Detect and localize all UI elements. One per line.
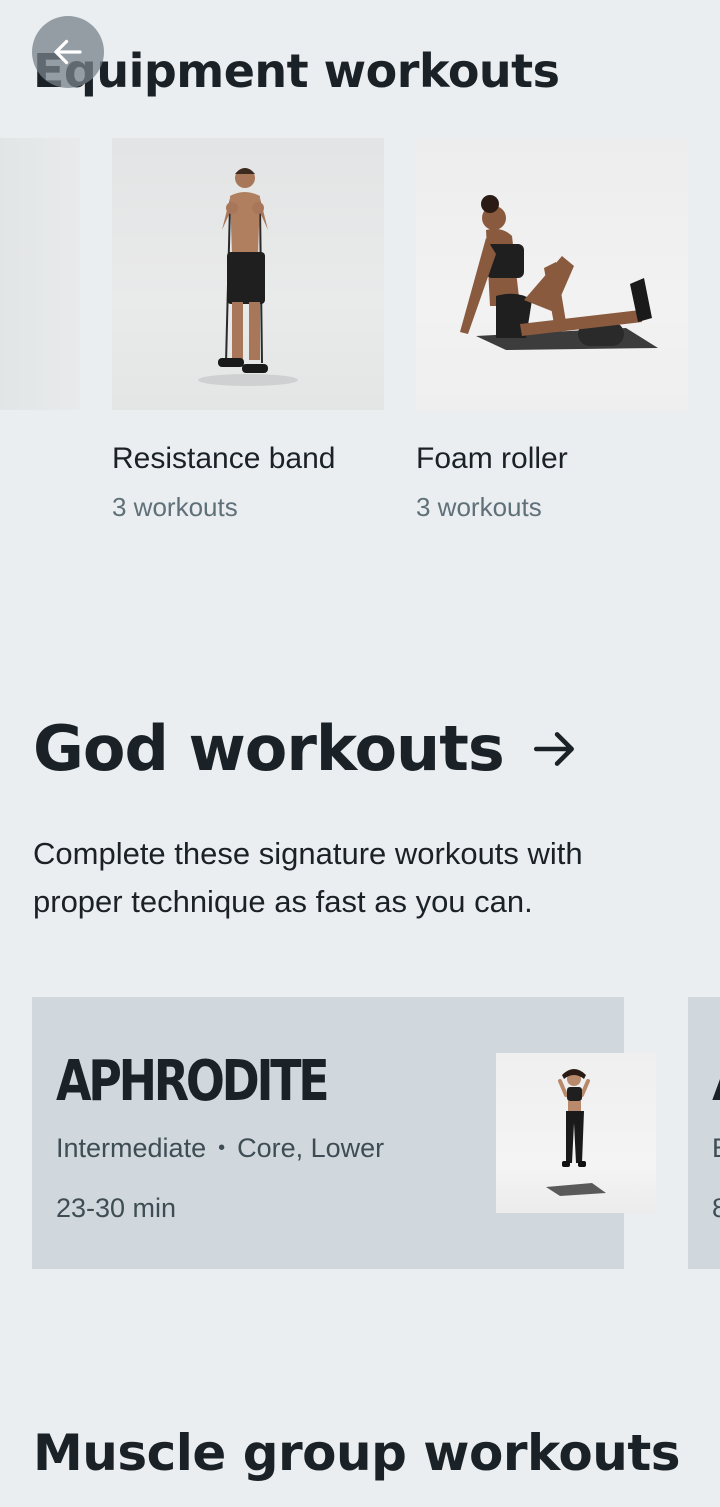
workout-card[interactable]: A B 8 [688, 997, 720, 1269]
arrow-left-icon [54, 39, 82, 65]
workout-focus: Core, Lower [237, 1133, 385, 1163]
god-workouts-header[interactable]: God workouts [33, 712, 580, 785]
workout-level: Intermediate [56, 1133, 207, 1163]
resistance-band-illustration [198, 168, 298, 386]
equipment-workout-count: 3 workouts [416, 492, 542, 522]
workout-card[interactable]: APHRODITE Intermediate • Core, Lower 23-… [32, 997, 656, 1269]
workout-thumbnail [496, 1053, 656, 1213]
separator-dot: • [218, 1137, 226, 1159]
equipment-workout-count: 3 workouts [112, 492, 238, 522]
workout-level: B [712, 1133, 720, 1164]
foam-roller-illustration [460, 195, 658, 350]
equipment-section-title: Equipment workouts [33, 44, 560, 98]
god-workouts-description: Complete these signature workouts with p… [33, 836, 583, 919]
foam-roller-image[interactable] [416, 138, 688, 410]
workout-illustration [546, 1069, 606, 1196]
resistance-band-image[interactable] [112, 138, 384, 410]
equipment-card-image-partial[interactable] [0, 138, 80, 410]
equipment-name[interactable]: Resistance band [112, 442, 335, 476]
back-button[interactable] [32, 16, 104, 88]
arrow-right-icon[interactable] [530, 724, 580, 774]
page: Equipment workouts Resistance band 3 wor… [0, 0, 720, 1507]
muscle-group-section-title: Muscle group workouts [33, 1424, 681, 1482]
workout-duration: 23-30 min [56, 1193, 177, 1223]
workout-meta: Intermediate • Core, Lower [56, 1133, 384, 1164]
god-workouts-title: God workouts [33, 712, 505, 785]
workout-name: A [712, 1049, 720, 1114]
equipment-name[interactable]: Foam roller [416, 442, 568, 476]
workout-name: APHRODITE [56, 1049, 330, 1114]
workout-duration: 8 [712, 1193, 720, 1223]
